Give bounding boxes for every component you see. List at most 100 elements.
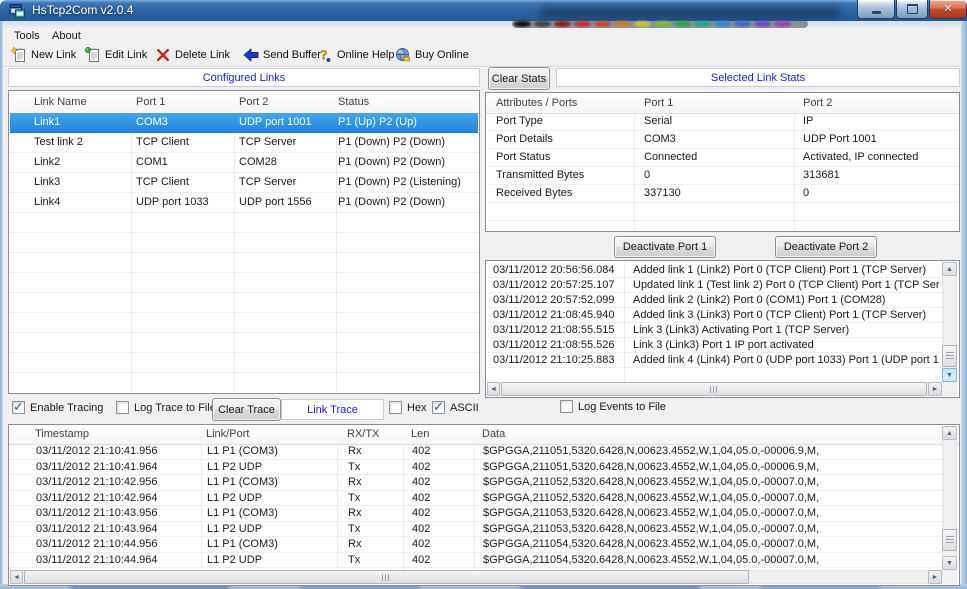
column-header-port2[interactable]: Port 2	[239, 96, 268, 108]
app-icon	[9, 2, 26, 19]
buy-online-button[interactable]: Buy Online	[395, 46, 469, 64]
column-header-timestamp[interactable]: Timestamp	[35, 428, 89, 440]
link-stats-header: Attributes / Ports Port 1 Port 2	[486, 93, 959, 114]
vscroll-thumb[interactable]	[942, 529, 957, 551]
close-button[interactable]	[929, 0, 967, 19]
hscroll-thumb[interactable]	[24, 570, 749, 584]
link-row[interactable]: Link3 TCP Client TCP Server P1 (Down) P2…	[10, 173, 478, 193]
deactivate-port2-button[interactable]: Deactivate Port 2	[775, 236, 877, 258]
column-header-status[interactable]: Status	[338, 96, 369, 108]
clear-trace-button[interactable]: Clear Trace	[212, 398, 281, 421]
log-trace-to-file-checkbox[interactable]	[116, 401, 129, 414]
cell-timestamp: 03/11/2012 21:10:43.956	[36, 507, 196, 519]
scroll-left-button[interactable]	[487, 382, 500, 396]
cell-data: $GPGGA,211052,5320.6428,N,00623.4552,W,1…	[483, 492, 938, 504]
event-row[interactable]: 03/11/2012 21:10:25.883 Added link 4 (Li…	[487, 353, 943, 368]
event-row[interactable]: 03/11/2012 20:56:56.084 Added link 1 (Li…	[487, 263, 943, 278]
column-header-link-port[interactable]: Link/Port	[206, 428, 249, 440]
cell-port2: UDP port 1001	[239, 116, 335, 128]
clear-stats-button[interactable]: Clear Stats	[488, 67, 550, 90]
online-help-button[interactable]: ? Online Help	[317, 46, 394, 64]
new-link-label: New Link	[31, 49, 76, 61]
scroll-up-button[interactable]	[942, 262, 957, 276]
trace-row[interactable]: 03/11/2012 21:10:42.964 L1 P2 UDP Tx 402…	[10, 491, 943, 507]
cell-len: 402	[412, 492, 470, 504]
event-row[interactable]: 03/11/2012 21:08:45.940 Added link 3 (Li…	[487, 308, 943, 323]
cell-event-timestamp: 03/11/2012 21:08:55.515	[493, 324, 621, 336]
empty-rows-area	[10, 213, 478, 392]
trace-row[interactable]: 03/11/2012 21:10:44.964 L1 P2 UDP Tx 402…	[10, 553, 943, 569]
enable-tracing-checkbox[interactable]	[12, 401, 25, 414]
trace-row[interactable]: 03/11/2012 21:10:43.964 L1 P2 UDP Tx 402…	[10, 522, 943, 538]
scroll-left-button[interactable]	[10, 570, 23, 584]
stats-row: Received Bytes 337130 0	[487, 185, 958, 203]
minimize-button[interactable]	[857, 0, 895, 19]
cell-event-timestamp: 03/11/2012 21:08:45.940	[493, 309, 621, 321]
buy-online-label: Buy Online	[415, 49, 469, 61]
trace-row[interactable]: 03/11/2012 21:10:43.956 L1 P1 (COM3) Rx …	[10, 506, 943, 522]
configured-links-title-panel: Configured Links	[8, 68, 480, 87]
cell-rxtx: Tx	[348, 461, 400, 473]
maximize-button[interactable]	[896, 0, 928, 19]
column-header-rxtx[interactable]: RX/TX	[347, 428, 379, 440]
glass-frame-strip	[3, 21, 961, 28]
configured-links-header: Link Name Port 1 Port 2 Status	[9, 91, 479, 114]
cell-rxtx: Rx	[348, 476, 400, 488]
scroll-down-button[interactable]	[942, 556, 957, 570]
cell-event-message: Added link 3 (Link3) Port 0 (TCP Client)…	[633, 309, 939, 321]
cell-link-port: L1 P2 UDP	[207, 554, 335, 566]
window-frame-right	[961, 21, 967, 589]
scroll-right-button[interactable]	[928, 570, 942, 584]
column-header-port1[interactable]: Port 1	[136, 96, 165, 108]
minimize-icon	[872, 11, 881, 14]
cell-port2: TCP Server	[239, 136, 335, 148]
log-trace-to-file-label: Log Trace to File	[134, 402, 216, 414]
link-row[interactable]: Link4 UDP port 1033 UDP port 1556 P1 (Do…	[10, 193, 478, 213]
column-header-port2[interactable]: Port 2	[803, 97, 832, 109]
trace-row[interactable]: 03/11/2012 21:10:41.956 L1 P1 (COM3) Rx …	[10, 444, 943, 460]
vscroll-thumb[interactable]	[942, 345, 957, 367]
event-row[interactable]: 03/11/2012 21:08:55.526 Link 3 (Link3) P…	[487, 338, 943, 353]
column-header-attributes[interactable]: Attributes / Ports	[496, 97, 577, 109]
hscroll-thumb[interactable]	[501, 382, 927, 396]
column-header-len[interactable]: Len	[411, 428, 429, 440]
deactivate-port1-button[interactable]: Deactivate Port 1	[614, 236, 716, 258]
column-header-data[interactable]: Data	[482, 428, 505, 440]
cell-port2: 313681	[803, 169, 953, 181]
column-header-link-name[interactable]: Link Name	[34, 96, 87, 108]
link-stats-table: Attributes / Ports Port 1 Port 2 Port Ty…	[485, 92, 960, 232]
scroll-up-button[interactable]	[942, 426, 957, 440]
toolbar: New Link Edit Link Delete Link Send Buff…	[3, 44, 961, 67]
log-events-to-file-checkbox[interactable]	[560, 400, 573, 413]
ascii-label: ASCII	[450, 402, 479, 414]
menu-tools[interactable]: Tools	[14, 30, 40, 42]
cell-len: 402	[412, 507, 470, 519]
buy-online-icon	[395, 47, 411, 63]
edit-link-button[interactable]: Edit Link	[85, 46, 147, 64]
event-row[interactable]: 03/11/2012 20:57:25.107 Updated link 1 (…	[487, 278, 943, 293]
trace-row[interactable]: 03/11/2012 21:10:41.964 L1 P2 UDP Tx 402…	[10, 460, 943, 476]
cell-timestamp: 03/11/2012 21:10:41.964	[36, 461, 196, 473]
event-row[interactable]: 03/11/2012 21:08:55.515 Link 3 (Link3) A…	[487, 323, 943, 338]
menu-about[interactable]: About	[52, 30, 81, 42]
link-row[interactable]: Link2 COM1 COM28 P1 (Down) P2 (Down)	[10, 153, 478, 173]
new-link-button[interactable]: New Link	[11, 46, 76, 64]
event-row[interactable]: 03/11/2012 20:57:52.099 Added link 2 (Li…	[487, 293, 943, 308]
link-row[interactable]: Link1 COM3 UDP port 1001 P1 (Up) P2 (Up)	[10, 113, 478, 133]
cell-attribute: Port Details	[496, 133, 632, 145]
scroll-right-button[interactable]	[928, 382, 942, 396]
cell-data: $GPGGA,211051,5320.6428,N,00623.4552,W,1…	[483, 461, 938, 473]
cell-attribute: Port Type	[496, 115, 632, 127]
trace-row[interactable]: 03/11/2012 21:10:44.956 L1 P1 (COM3) Rx …	[10, 537, 943, 553]
delete-link-button[interactable]: Delete Link	[155, 46, 230, 64]
send-buffer-button[interactable]: Send Buffer	[243, 46, 321, 64]
column-header-port1[interactable]: Port 1	[644, 97, 673, 109]
send-buffer-icon	[243, 47, 259, 63]
ascii-checkbox[interactable]	[432, 401, 445, 414]
link-row[interactable]: Test link 2 TCP Client TCP Server P1 (Do…	[10, 133, 478, 153]
desktop-color-strip	[512, 20, 808, 28]
hex-checkbox[interactable]	[389, 401, 402, 414]
scroll-down-button[interactable]	[942, 368, 957, 382]
trace-row[interactable]: 03/11/2012 21:10:42.956 L1 P1 (COM3) Rx …	[10, 475, 943, 491]
cell-len: 402	[412, 476, 470, 488]
